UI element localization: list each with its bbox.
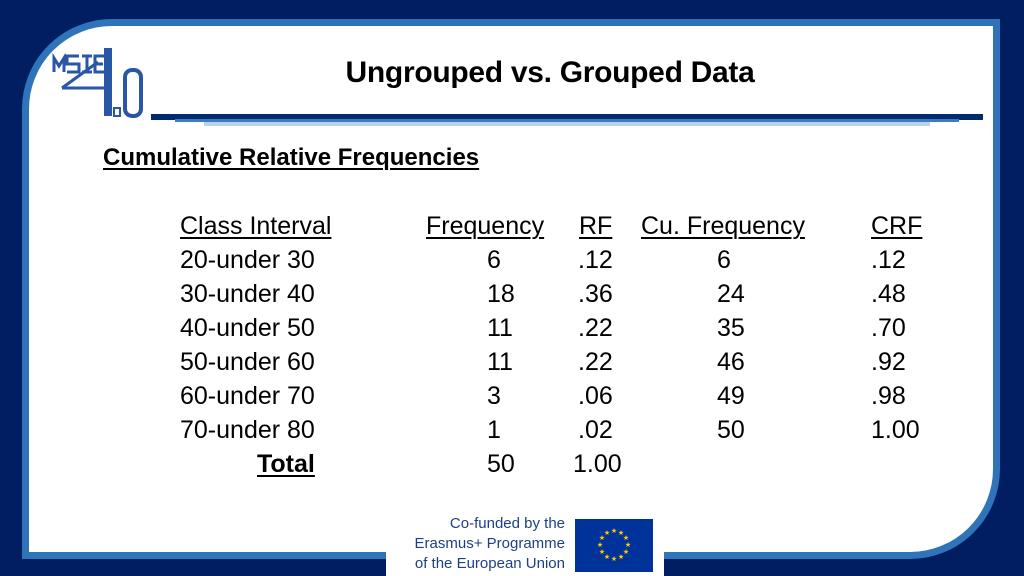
class-interval-cell: 30-under 40 bbox=[180, 280, 315, 308]
total-frequency: 50 bbox=[487, 450, 515, 478]
header-crf: CRF bbox=[871, 212, 923, 240]
funding-line: of the European Union bbox=[414, 555, 565, 572]
rf-cell: .06 bbox=[578, 382, 613, 410]
msie-logo-icon bbox=[52, 48, 143, 118]
rf-cell: .36 bbox=[578, 280, 613, 308]
crf-cell: .98 bbox=[871, 382, 906, 410]
crf-cell: .70 bbox=[871, 314, 906, 342]
cu-frequency-cell: 46 bbox=[717, 348, 745, 376]
svg-text:★: ★ bbox=[599, 548, 605, 556]
funding-line: Co-funded by the bbox=[449, 515, 565, 532]
cu-frequency-cell: 24 bbox=[717, 280, 745, 308]
title-divider-light bbox=[204, 122, 930, 126]
rf-cell: .12 bbox=[578, 246, 613, 274]
svg-text:★: ★ bbox=[604, 529, 610, 537]
frequency-cell: 18 bbox=[487, 280, 515, 308]
svg-text:★: ★ bbox=[611, 527, 617, 535]
crf-cell: .48 bbox=[871, 280, 906, 308]
funding-line: Erasmus+ Programme bbox=[414, 535, 565, 552]
svg-text:★: ★ bbox=[618, 553, 624, 561]
class-interval-cell: 20-under 30 bbox=[180, 246, 315, 274]
header-rf: RF bbox=[579, 212, 613, 240]
frequency-cell: 11 bbox=[487, 348, 513, 376]
class-interval-cell: 60-under 70 bbox=[180, 382, 315, 410]
rf-cell: .02 bbox=[578, 416, 613, 444]
total-label: Total bbox=[257, 450, 315, 478]
section-subtitle: Cumulative Relative Frequencies bbox=[103, 144, 480, 171]
funding-text: Co-funded by the Erasmus+ Programme of t… bbox=[397, 514, 565, 574]
cu-frequency-cell: 6 bbox=[717, 246, 731, 274]
header-cu-frequency: Cu. Frequency bbox=[641, 212, 805, 240]
crf-cell: .92 bbox=[871, 348, 906, 376]
cu-frequency-cell: 50 bbox=[717, 416, 745, 444]
class-interval-cell: 50-under 60 bbox=[180, 348, 315, 376]
rf-cell: .22 bbox=[578, 314, 613, 342]
total-rf: 1.00 bbox=[573, 450, 622, 478]
svg-text:★: ★ bbox=[611, 555, 617, 563]
frequency-cell: 3 bbox=[487, 382, 501, 410]
class-interval-cell: 40-under 50 bbox=[180, 314, 315, 342]
svg-text:★: ★ bbox=[597, 541, 603, 549]
class-interval-cell: 70-under 80 bbox=[180, 416, 315, 444]
crf-cell: .12 bbox=[871, 246, 906, 274]
frequency-cell: 6 bbox=[487, 246, 501, 274]
cu-frequency-cell: 35 bbox=[717, 314, 745, 342]
rf-cell: .22 bbox=[578, 348, 613, 376]
frequency-cell: 1 bbox=[487, 416, 501, 444]
header-frequency: Frequency bbox=[426, 212, 545, 240]
header-class-interval: Class Interval bbox=[180, 212, 332, 240]
eu-flag-icon: ★ ★ ★ ★ ★ ★ ★ ★ ★ ★ ★ ★ bbox=[575, 519, 653, 572]
crf-cell: 1.00 bbox=[871, 416, 920, 444]
cu-frequency-cell: 49 bbox=[717, 382, 745, 410]
frequency-cell: 11 bbox=[487, 314, 513, 342]
page-title: Ungrouped vs. Grouped Data bbox=[345, 56, 755, 89]
